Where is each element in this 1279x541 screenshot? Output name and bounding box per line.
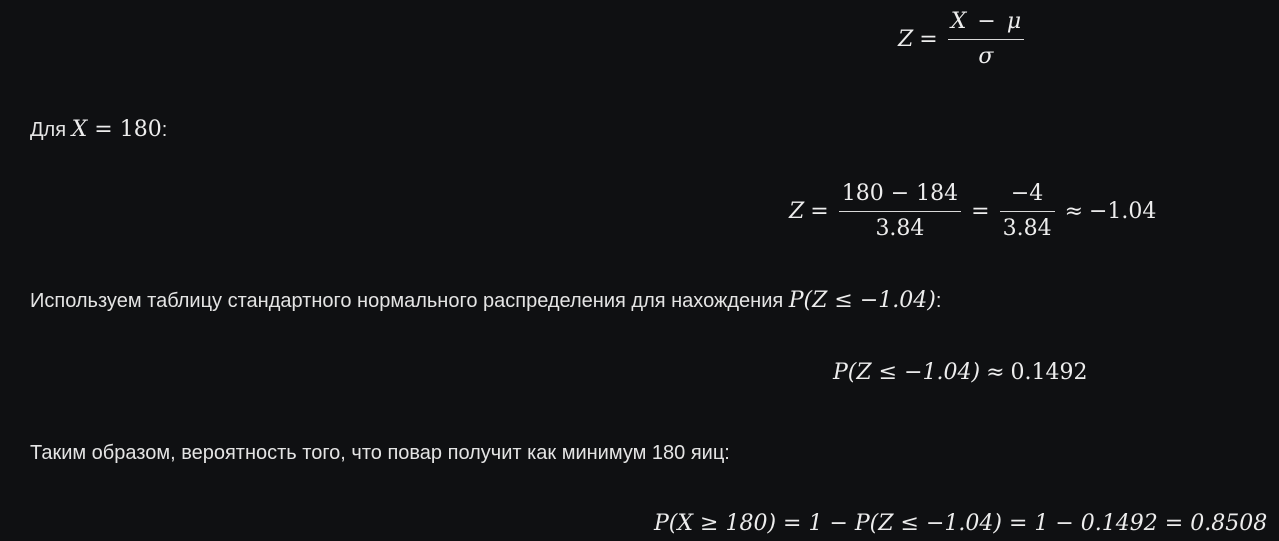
fraction-denominator: σ <box>978 44 994 69</box>
fraction-numerator: 180 − 184 <box>838 180 962 212</box>
para-suffix: : <box>935 290 942 312</box>
fraction-denominator: 3.84 <box>1002 216 1052 241</box>
formula-rel: = <box>919 27 938 52</box>
para-text: Таким образом, вероятность того, что пов… <box>30 442 730 464</box>
formula-rel: = <box>971 199 990 224</box>
math-value: = 180 <box>87 117 162 142</box>
formula-expr: P(X ≥ 180) = 1 − P(Z ≤ −1.04) = 1 − 0.14… <box>654 511 1268 536</box>
var-x: X <box>950 9 967 34</box>
formula-lhs: Z <box>898 27 914 52</box>
formula-expr: P(Z ≤ −1.04) <box>833 360 981 385</box>
para-text: Используем таблицу стандартного нормальн… <box>30 290 789 312</box>
para-suffix: : <box>161 119 168 141</box>
formula-rel: ≈ <box>986 360 1005 385</box>
formula-lhs: Z <box>789 199 805 224</box>
formula-result: −1.04 <box>1089 199 1157 224</box>
formula-rel: ≈ <box>1064 199 1083 224</box>
fraction: −4 3.84 <box>999 180 1055 243</box>
fraction-numerator: −4 <box>999 180 1055 212</box>
fraction-denominator: 3.84 <box>875 216 925 241</box>
math-var-x: X <box>71 117 88 142</box>
paragraph-conclusion: Таким образом, вероятность того, что пов… <box>30 440 730 466</box>
formula-value: 0.1492 <box>1010 360 1088 385</box>
paragraph-for-x: Для X = 180: <box>30 117 167 143</box>
fraction: X − μ σ <box>947 8 1025 71</box>
math-inline: P(Z ≤ −1.04) <box>788 288 936 313</box>
formula-z-computation: Z = 180 − 184 3.84 = −4 3.84 ≈ −1.04 <box>789 180 1156 243</box>
para-text: Для <box>30 119 72 141</box>
formula-probability-lookup: P(Z ≤ −1.04) ≈ 0.1492 <box>833 360 1088 385</box>
formula-z-score: Z = X − μ σ <box>898 8 1028 71</box>
minus-op: − <box>977 9 996 34</box>
formula-final-probability: P(X ≥ 180) = 1 − P(Z ≤ −1.04) = 1 − 0.14… <box>654 511 1267 536</box>
fraction-numerator: X − μ <box>947 8 1025 40</box>
fraction: 180 − 184 3.84 <box>838 180 962 243</box>
formula-rel: = <box>810 199 829 224</box>
var-mu: μ <box>1006 9 1022 34</box>
paragraph-table-lookup: Используем таблицу стандартного нормальн… <box>30 288 941 314</box>
